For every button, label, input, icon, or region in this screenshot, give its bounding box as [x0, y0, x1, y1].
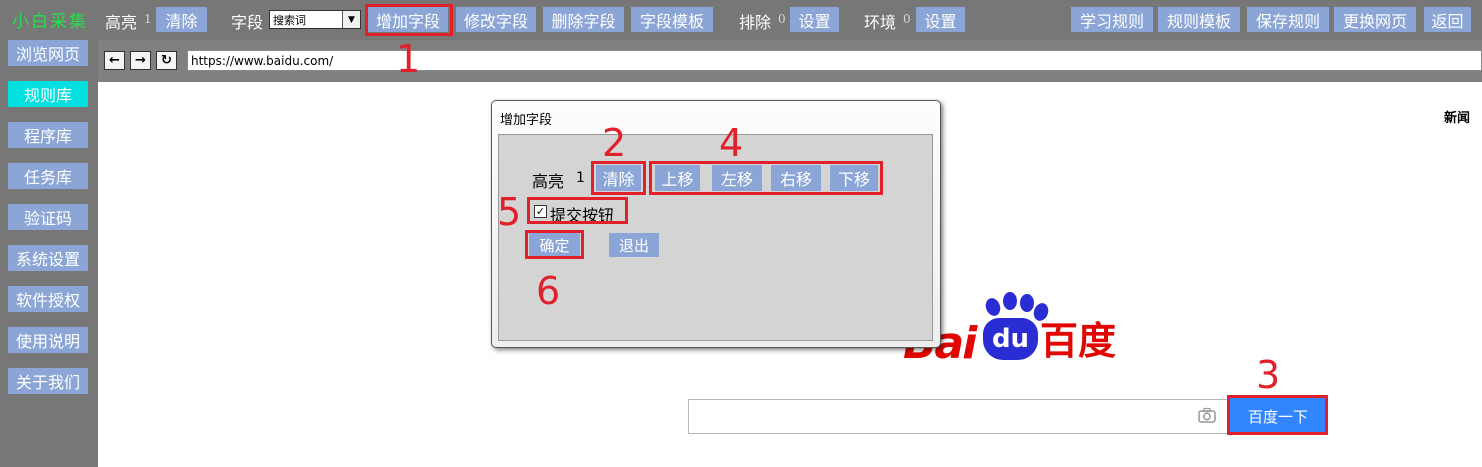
sidebar-item-rules[interactable]: 规则库: [8, 81, 88, 107]
news-link[interactable]: 新闻: [1444, 107, 1470, 126]
sidebar-item-about[interactable]: 关于我们: [8, 368, 88, 394]
exit-button[interactable]: 退出: [609, 233, 659, 257]
dialog-title: 增加字段: [500, 113, 553, 128]
sidebar-item-settings[interactable]: 系统设置: [8, 245, 88, 271]
annotation-box-3: [1227, 395, 1328, 435]
field-select-value: 搜索词: [273, 13, 306, 27]
arrow-right-icon[interactable]: →: [130, 51, 151, 70]
exclude-count: 0: [778, 12, 786, 26]
logo-du-text: du: [983, 318, 1038, 360]
sidebar-item-captcha[interactable]: 验证码: [8, 204, 88, 230]
annotation-number-3: 3: [1256, 353, 1281, 397]
change-page-button[interactable]: 更换网页: [1334, 7, 1416, 32]
refresh-icon[interactable]: ↻: [156, 51, 177, 70]
paw-toe: [1003, 292, 1017, 310]
annotation-number-4: 4: [719, 121, 744, 165]
dialog-highlight-label: 高亮: [532, 172, 565, 191]
environment-count: 0: [903, 12, 911, 26]
url-input[interactable]: https://www.baidu.com/: [187, 50, 1482, 71]
annotation-number-6: 6: [536, 269, 561, 313]
camera-icon[interactable]: [1198, 407, 1216, 423]
annotation-box-1: [365, 4, 453, 36]
annotation-number-5: 5: [497, 190, 522, 234]
highlight-label: 高亮: [105, 13, 138, 32]
annotation-number-1: 1: [396, 37, 421, 81]
chevron-down-icon[interactable]: ▼: [342, 11, 360, 28]
sidebar-item-manual[interactable]: 使用说明: [8, 327, 88, 353]
environment-settings-button[interactable]: 设置: [916, 7, 965, 32]
paw-toe: [983, 296, 1003, 318]
annotation-box-2: [591, 161, 646, 195]
exclude-label: 排除: [739, 13, 772, 32]
dialog-highlight-count: 1: [576, 170, 585, 186]
edit-field-button[interactable]: 修改字段: [456, 7, 536, 32]
back-button[interactable]: 返回: [1424, 7, 1471, 32]
annotation-box-4: [649, 161, 883, 195]
delete-field-button[interactable]: 删除字段: [543, 7, 624, 32]
learn-rules-button[interactable]: 学习规则: [1071, 7, 1153, 32]
paw-toe: [1020, 294, 1034, 312]
search-input[interactable]: [688, 399, 1228, 434]
annotation-box-5: [527, 197, 628, 224]
arrow-left-icon[interactable]: ←: [104, 51, 125, 70]
app-brand: 小白采集: [12, 12, 88, 32]
field-template-button[interactable]: 字段模板: [631, 7, 713, 32]
annotation-box-6: [525, 230, 584, 259]
clear-button[interactable]: 清除: [156, 7, 207, 32]
sidebar-item-tasks[interactable]: 任务库: [8, 163, 88, 189]
exclude-settings-button[interactable]: 设置: [790, 7, 839, 32]
environment-label: 环境: [864, 13, 897, 32]
sidebar-item-browse[interactable]: 浏览网页: [8, 40, 88, 66]
logo-chinese-text: 百度: [1040, 319, 1117, 363]
rule-template-button[interactable]: 规则模板: [1158, 7, 1240, 32]
annotation-number-2: 2: [602, 121, 627, 165]
field-select[interactable]: 搜索词 ▼: [269, 10, 361, 29]
sidebar-item-license[interactable]: 软件授权: [8, 286, 88, 312]
sidebar-item-programs[interactable]: 程序库: [8, 122, 88, 148]
highlight-count: 1: [144, 12, 152, 26]
field-label: 字段: [231, 13, 264, 32]
save-rules-button[interactable]: 保存规则: [1247, 7, 1329, 32]
